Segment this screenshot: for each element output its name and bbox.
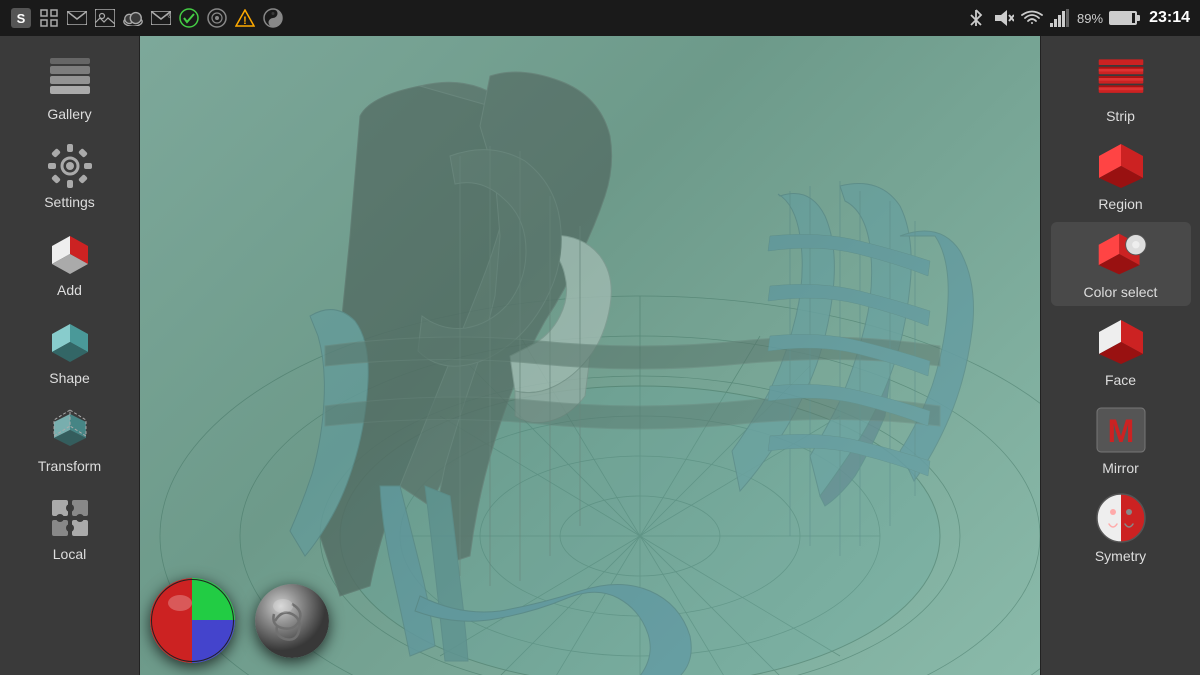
right-sidebar: Strip Region (1040, 36, 1200, 675)
main-content: Gallery Settings (0, 36, 1200, 675)
mail2-icon: @ (150, 7, 172, 29)
region-label: Region (1098, 196, 1142, 212)
add-label: Add (57, 282, 82, 298)
sidebar-item-local[interactable]: Local (10, 486, 130, 570)
face-label: Face (1105, 372, 1136, 388)
viewport[interactable] (140, 36, 1040, 675)
region-icon (1095, 140, 1147, 192)
status-icons-right: 89% 23:14 (965, 7, 1190, 29)
svg-text:S: S (17, 11, 26, 26)
settings-label: Settings (44, 194, 95, 210)
viewport-background (140, 36, 1040, 675)
gallery-icon (46, 54, 94, 102)
material-ball[interactable] (255, 584, 329, 658)
sidebar-item-shape[interactable]: Shape (10, 310, 130, 394)
transform-icon (46, 406, 94, 454)
mirror-icon: M (1095, 404, 1147, 456)
cloud-icon (122, 7, 144, 29)
mute-icon (993, 7, 1015, 29)
battery-percent: 89% (1077, 11, 1103, 26)
svg-text:!: ! (243, 15, 247, 27)
status-time: 23:14 (1149, 9, 1190, 27)
battery-icon (1109, 11, 1137, 25)
add-icon (46, 230, 94, 278)
face-icon (1095, 316, 1147, 368)
status-icons-left: S (10, 7, 284, 29)
svg-text:@: @ (167, 11, 171, 19)
grid-icon (38, 7, 60, 29)
mirror-label: Mirror (1102, 460, 1139, 476)
photo-icon (94, 7, 116, 29)
color-sphere[interactable] (150, 578, 235, 663)
shape-label: Shape (49, 370, 89, 386)
right-item-mirror[interactable]: M Mirror (1051, 398, 1191, 482)
local-icon (46, 494, 94, 542)
signal-icon (1049, 7, 1071, 29)
sidebar-item-transform[interactable]: Transform (10, 398, 130, 482)
left-sidebar: Gallery Settings (0, 36, 140, 675)
gallery-label: Gallery (47, 106, 91, 122)
warning-icon: ! (234, 7, 256, 29)
color-select-icon (1095, 228, 1147, 280)
right-item-symetry[interactable]: Symetry (1051, 486, 1191, 570)
strip-icon (1095, 52, 1147, 104)
transform-label: Transform (38, 458, 101, 474)
shape-icon (46, 318, 94, 366)
symetry-icon (1095, 492, 1147, 544)
right-item-region[interactable]: Region (1051, 134, 1191, 218)
color-select-label: Color select (1084, 284, 1158, 300)
local-label: Local (53, 546, 86, 562)
sidebar-item-add[interactable]: Add (10, 222, 130, 306)
s-icon: S (10, 7, 32, 29)
status-bar: S (0, 0, 1200, 36)
wifi-icon (1021, 7, 1043, 29)
right-item-color-select[interactable]: Color select (1051, 222, 1191, 306)
mail-icon (66, 7, 88, 29)
yin-yang-icon (262, 7, 284, 29)
right-item-face[interactable]: Face (1051, 310, 1191, 394)
settings-icon (46, 142, 94, 190)
sidebar-item-settings[interactable]: Settings (10, 134, 130, 218)
check-icon (178, 7, 200, 29)
symetry-label: Symetry (1095, 548, 1146, 564)
bottom-tools (150, 578, 329, 663)
strip-label: Strip (1106, 108, 1135, 124)
right-item-strip[interactable]: Strip (1051, 46, 1191, 130)
target-icon (206, 7, 228, 29)
sidebar-item-gallery[interactable]: Gallery (10, 46, 130, 130)
bluetooth-icon (965, 7, 987, 29)
svg-text:M: M (1107, 413, 1134, 449)
